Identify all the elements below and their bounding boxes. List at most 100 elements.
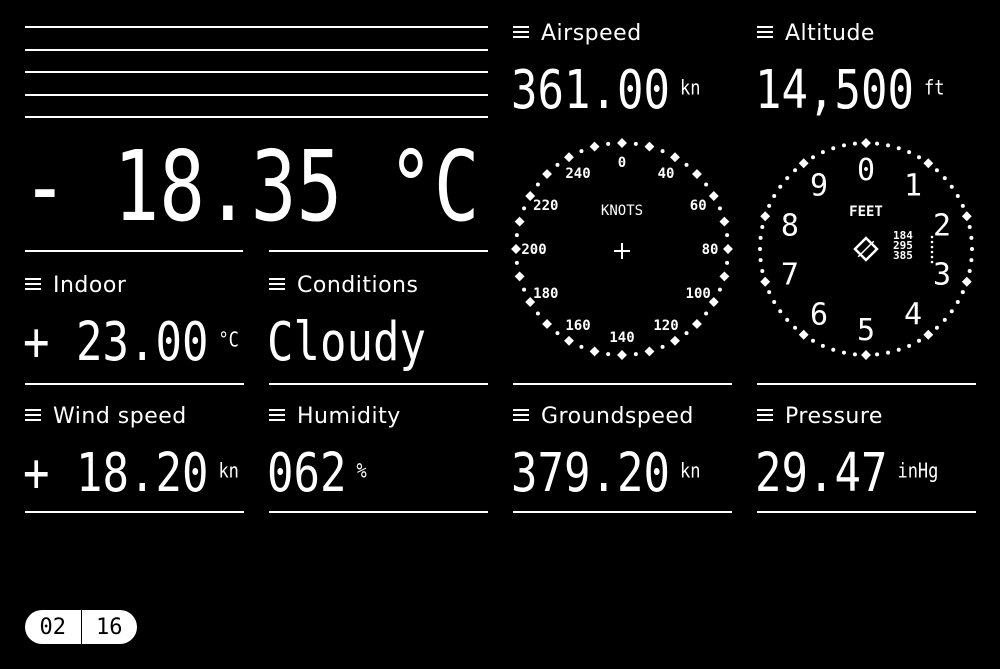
- unit: °C: [218, 328, 239, 353]
- outdoor-temperature: - 18.35 °C: [22, 129, 480, 243]
- speed-label: 80: [702, 242, 719, 258]
- tick-dot: [758, 258, 763, 263]
- tick-dot: [660, 344, 665, 349]
- tick-dot: [772, 300, 777, 304]
- tick-diamond: [589, 346, 600, 357]
- groundspeed-label[interactable]: Groundspeed: [513, 404, 694, 430]
- tick-dot: [704, 182, 709, 187]
- unit: inHg: [897, 459, 939, 484]
- pressure-label[interactable]: Pressure: [757, 404, 883, 430]
- tick-dot: [811, 338, 815, 343]
- tick-dot: [875, 141, 880, 146]
- altimeter-gauge: 0 123456789FEET184295385: [758, 138, 974, 360]
- tick-dot: [886, 350, 891, 355]
- tick-diamond: [708, 191, 719, 201]
- tick-diamond: [760, 276, 771, 287]
- hamburger-icon[interactable]: [513, 23, 529, 41]
- tick-diamond: [719, 216, 730, 227]
- tick-dot: [772, 194, 777, 198]
- hamburger-icon[interactable]: [757, 406, 773, 424]
- tick-dot: [725, 260, 730, 265]
- divider: [513, 511, 732, 513]
- altitude-digit: 0: [857, 153, 875, 188]
- drum-dot: [930, 255, 934, 259]
- divider: [269, 250, 488, 252]
- hamburger-icon[interactable]: [269, 406, 285, 424]
- tick-diamond: [644, 141, 655, 152]
- tick-diamond: [644, 346, 655, 357]
- page-indicator[interactable]: 02 16: [25, 610, 137, 644]
- tick-diamond: [692, 319, 702, 329]
- tick-dot: [514, 260, 519, 265]
- tick-diamond: [514, 271, 525, 282]
- tick-diamond: [760, 211, 771, 222]
- altitude-digit: 5: [857, 313, 875, 348]
- speed-label: 140: [609, 330, 634, 346]
- tick-diamond: [861, 350, 871, 360]
- tile-label-text: Humidity: [297, 404, 401, 429]
- tick-dot: [514, 233, 519, 238]
- tick-dot: [785, 317, 790, 322]
- hamburger-icon[interactable]: [25, 275, 41, 293]
- tick-dot: [535, 182, 540, 187]
- tick-dot: [579, 149, 584, 154]
- airspeed-label[interactable]: Airspeed: [513, 21, 642, 47]
- wind-label[interactable]: Wind speed: [25, 404, 187, 430]
- tick-dot: [875, 352, 880, 357]
- hamburger-icon[interactable]: [513, 406, 529, 424]
- hamburger-icon[interactable]: [269, 275, 285, 293]
- tick-dot: [942, 176, 947, 181]
- tick-dot: [633, 141, 638, 146]
- tick-diamond: [542, 169, 552, 179]
- drum-dot: [930, 240, 934, 244]
- tick-dot: [758, 247, 762, 251]
- tick-diamond: [564, 152, 574, 163]
- tile-label-text: Indoor: [53, 273, 127, 298]
- altitude-value: 14,500 ft: [755, 63, 945, 118]
- altitude-label[interactable]: Altitude: [757, 21, 875, 47]
- divider: [25, 511, 244, 513]
- altitude-digit: 9: [810, 168, 828, 203]
- pressure-value: 29.47 inHg: [755, 446, 939, 501]
- airspeed-gauge: 0 40 60 80 100 120 140 160 180 200 220 240 KNOTS: [511, 138, 733, 360]
- tick-diamond: [961, 211, 972, 222]
- tick-diamond: [670, 335, 680, 346]
- unit: ft: [923, 76, 945, 101]
- gauge-title: KNOTS: [601, 203, 643, 219]
- value-text: + 18.20: [23, 442, 209, 505]
- value-text: 379.20: [511, 442, 670, 505]
- tick-dot: [934, 168, 939, 173]
- tick-dot: [917, 155, 921, 160]
- speed-label: 240: [565, 166, 590, 182]
- hamburger-icon[interactable]: [25, 406, 41, 424]
- tick-dot: [767, 290, 772, 295]
- tick-dot: [896, 347, 901, 352]
- tick-dot: [917, 338, 921, 343]
- conditions-label[interactable]: Conditions: [269, 273, 418, 299]
- tick-dot: [785, 176, 790, 181]
- page-current: 02: [39, 614, 67, 640]
- divider: [757, 511, 976, 513]
- hamburger-icon[interactable]: [757, 23, 773, 41]
- altitude-digit: 1: [904, 168, 922, 203]
- tile-label-text: Wind speed: [53, 404, 187, 429]
- humidity-label[interactable]: Humidity: [269, 404, 401, 430]
- tick-dot: [949, 309, 954, 314]
- tick-diamond: [861, 138, 871, 148]
- value-text: 29.47: [755, 442, 888, 505]
- tick-dot: [684, 331, 689, 336]
- airspeed-value: 361.00 kn: [511, 63, 700, 118]
- indoor-label[interactable]: Indoor: [25, 273, 126, 299]
- tick-dot: [606, 352, 611, 357]
- tick-dot: [606, 141, 611, 146]
- divider: [25, 250, 243, 252]
- tick-diamond: [692, 169, 702, 179]
- indoor-value: + 23.00 °C: [23, 315, 239, 370]
- altitude-digit: 7: [781, 258, 799, 293]
- tick-dot: [793, 325, 798, 330]
- tick-dot: [955, 300, 960, 304]
- tick-diamond: [514, 216, 525, 227]
- humidity-value: 062%: [267, 446, 367, 501]
- altitude-digit: 8: [781, 208, 799, 243]
- tick-dot: [967, 269, 972, 274]
